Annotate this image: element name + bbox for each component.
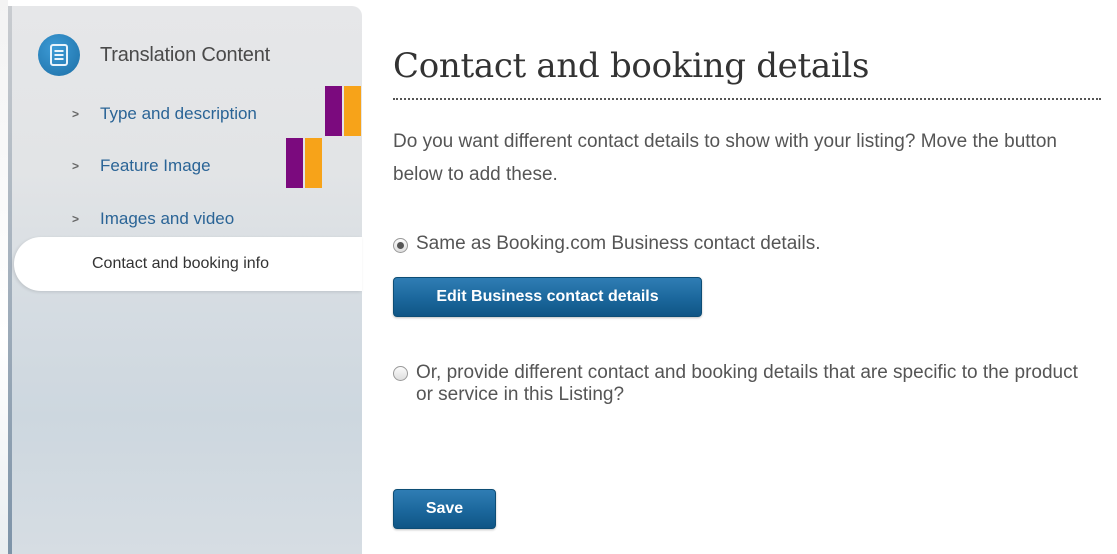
chevron-right-icon: >: [72, 159, 80, 173]
sidebar-item-feature-image[interactable]: > Feature Image: [72, 156, 211, 176]
option-different-details[interactable]: Or, provide different contact and bookin…: [393, 362, 1093, 406]
sidebar-item-label: Images and video: [100, 209, 235, 228]
sidebar-header: Translation Content: [38, 34, 270, 76]
sidebar-edge: [8, 6, 12, 554]
sidebar-title: Translation Content: [100, 43, 270, 66]
page-title: Contact and booking details: [393, 46, 870, 86]
sidebar-item-label: Feature Image: [100, 156, 211, 175]
document-icon: [38, 34, 80, 76]
title-divider: [393, 98, 1101, 100]
chevron-right-icon: >: [72, 212, 80, 226]
purple-marker: [325, 86, 342, 136]
intro-text: Do you want different contact details to…: [393, 131, 1057, 185]
save-button[interactable]: Save: [393, 489, 496, 529]
option-label: Or, provide different contact and bookin…: [416, 362, 1078, 405]
sidebar-item-contact-and-booking-info[interactable]: Contact and booking info: [14, 237, 362, 291]
option-same-as-business[interactable]: Same as Booking.com Business contact det…: [393, 233, 820, 255]
edit-business-contact-button[interactable]: Edit Business contact details: [393, 277, 702, 317]
chevron-right-icon: >: [72, 107, 80, 121]
sidebar-item-images-and-video[interactable]: > Images and video: [72, 209, 234, 229]
purple-marker: [286, 138, 303, 188]
orange-marker: [344, 86, 361, 136]
orange-marker: [305, 138, 322, 188]
sidebar-item-label: Contact and booking info: [92, 255, 270, 272]
sidebar-item-label: Type and description: [100, 104, 257, 123]
option-label: Same as Booking.com Business contact det…: [416, 233, 821, 254]
sidebar-item-type-and-description[interactable]: > Type and description: [72, 104, 257, 124]
radio-button-selected[interactable]: [393, 238, 408, 253]
radio-button[interactable]: [393, 366, 408, 381]
